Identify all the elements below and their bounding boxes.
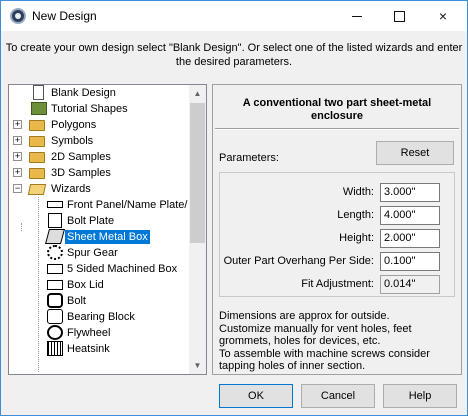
- note-line: tapping holes of inner section.: [219, 360, 366, 372]
- tree-item-symbols[interactable]: + Symbols: [9, 133, 189, 149]
- parameters-label: Parameters:: [219, 152, 279, 164]
- wizard-title: A conventional two part sheet-metal encl…: [213, 97, 461, 123]
- tree-item-label: Bearing Block: [67, 311, 135, 323]
- folder-icon: [29, 168, 45, 179]
- close-button[interactable]: ×: [423, 1, 463, 31]
- wizard-panel: A conventional two part sheet-metal encl…: [212, 84, 462, 375]
- folder-open-icon: [27, 184, 47, 195]
- tree-item-3d-samples[interactable]: + 3D Samples: [9, 165, 189, 181]
- window-title: New Design: [32, 9, 97, 23]
- bearing-block-icon: [47, 309, 63, 324]
- box-lid-icon: [47, 280, 63, 290]
- tree-item-label: Bolt Plate: [67, 215, 115, 227]
- spur-gear-icon: [47, 245, 63, 260]
- tree-item-front-panel[interactable]: Front Panel/Name Plate/: [9, 197, 189, 213]
- expand-icon[interactable]: +: [13, 152, 22, 161]
- overhang-field[interactable]: 0.100": [380, 252, 440, 271]
- tree-scrollbar[interactable]: ▲ ▼: [189, 85, 206, 374]
- fit-adjustment-label: Fit Adjustment:: [301, 278, 374, 290]
- help-button[interactable]: Help: [383, 384, 457, 408]
- wizard-title-line-1: A conventional two part sheet-metal: [242, 97, 432, 109]
- divider: [215, 128, 459, 130]
- machined-box-icon: [47, 264, 63, 274]
- tree-item-label: Blank Design: [51, 87, 116, 99]
- front-panel-icon: [47, 201, 63, 208]
- length-field[interactable]: 4.000": [380, 206, 440, 225]
- tree-item-polygons[interactable]: + Polygons: [9, 117, 189, 133]
- tree-item-label: Bolt: [67, 295, 86, 307]
- sheet-metal-box-icon: [44, 229, 66, 244]
- tree-item-tutorial-shapes[interactable]: Tutorial Shapes: [9, 101, 189, 117]
- note-line: To assemble with machine screws consider: [219, 347, 430, 360]
- book-icon: [31, 102, 47, 115]
- note-line: grommets, holes for devices, etc.: [219, 335, 381, 347]
- tree-item-spur-gear[interactable]: Spur Gear: [9, 245, 189, 261]
- wizard-title-line-2: enclosure: [311, 110, 363, 122]
- tree-item-blank-design[interactable]: Blank Design: [9, 85, 189, 101]
- tree-item-label: 3D Samples: [51, 167, 111, 179]
- new-design-dialog: New Design × To create your own design s…: [0, 0, 468, 416]
- expand-icon[interactable]: +: [13, 120, 22, 129]
- tree-item-flywheel[interactable]: Flywheel: [9, 325, 189, 341]
- bolt-plate-icon: [48, 213, 62, 228]
- note-line: Customize manually for vent holes, feet: [219, 322, 412, 335]
- cancel-button[interactable]: Cancel: [301, 384, 375, 408]
- width-field[interactable]: 3.000": [380, 183, 440, 202]
- expand-icon[interactable]: +: [13, 168, 22, 177]
- width-label: Width:: [342, 186, 374, 198]
- height-field[interactable]: 2.000": [380, 229, 440, 248]
- tree-item-label: Symbols: [51, 135, 94, 147]
- scroll-up-arrow-icon[interactable]: ▲: [189, 85, 206, 102]
- design-tree[interactable]: Blank Design Tutorial Shapes + Polygons …: [8, 84, 207, 375]
- maximize-button[interactable]: [379, 1, 419, 31]
- tree-item-wizards[interactable]: − Wizards: [9, 181, 189, 197]
- tree-item-bolt-plate[interactable]: Bolt Plate: [9, 213, 189, 229]
- tree-item-label: Spur Gear: [67, 247, 118, 259]
- overhang-label: Outer Part Overhang Per Side:: [223, 255, 374, 267]
- tree-item-bolt[interactable]: Bolt: [9, 293, 189, 309]
- tree-item-label: Polygons: [51, 119, 97, 131]
- document-icon: [33, 85, 44, 100]
- tree-item-label: Sheet Metal Box: [65, 230, 150, 244]
- tree-item-machined-box[interactable]: 5 Sided Machined Box: [9, 261, 189, 277]
- tree-item-label: Heatsink: [67, 343, 110, 355]
- instructions-line-2: the desired parameters.: [175, 56, 293, 68]
- flywheel-icon: [47, 325, 63, 340]
- tree-item-label: 5 Sided Machined Box: [67, 263, 178, 275]
- tree-item-box-lid[interactable]: Box Lid: [9, 277, 189, 293]
- heatsink-icon: [47, 341, 63, 356]
- title-bar[interactable]: New Design ×: [1, 1, 467, 31]
- reset-button[interactable]: Reset: [376, 141, 454, 165]
- scroll-thumb[interactable]: [190, 103, 205, 243]
- height-label: Height:: [339, 232, 374, 244]
- folder-icon: [29, 120, 45, 131]
- tree-item-heatsink[interactable]: Heatsink: [9, 341, 189, 357]
- tree-item-label: Front Panel/Name Plate/: [67, 199, 188, 211]
- expand-icon[interactable]: +: [13, 136, 22, 145]
- folder-icon: [29, 136, 45, 147]
- tree-item-label: Box Lid: [67, 279, 104, 291]
- ok-button[interactable]: OK: [219, 384, 293, 408]
- minimize-button[interactable]: [337, 1, 377, 31]
- parameters-group: Width: 3.000" Length: 4.000" Height: 2.0…: [219, 172, 455, 297]
- scroll-down-arrow-icon[interactable]: ▼: [189, 357, 206, 374]
- tree-item-label: Flywheel: [67, 327, 111, 339]
- notes-text: Dimensions are approx for outside. Custo…: [219, 310, 455, 373]
- tree-item-sheet-metal-box[interactable]: Sheet Metal Box: [9, 229, 199, 245]
- instructions-text: To create your own design select "Blank …: [1, 41, 467, 69]
- length-label: Length:: [337, 209, 374, 221]
- note-line: Dimensions are approx for outside.: [219, 310, 390, 322]
- collapse-icon[interactable]: −: [13, 184, 22, 193]
- fit-adjustment-field: 0.014": [380, 275, 440, 294]
- folder-icon: [29, 152, 45, 163]
- app-logo-icon: [10, 8, 26, 24]
- instructions-line-1: To create your own design select "Blank …: [5, 42, 463, 54]
- tree-item-label: Wizards: [51, 183, 91, 195]
- tree-item-label: 2D Samples: [51, 151, 111, 163]
- bolt-icon: [47, 293, 63, 308]
- tree-item-2d-samples[interactable]: + 2D Samples: [9, 149, 189, 165]
- tree-item-label: Tutorial Shapes: [51, 103, 128, 115]
- tree-item-bearing-block[interactable]: Bearing Block: [9, 309, 189, 325]
